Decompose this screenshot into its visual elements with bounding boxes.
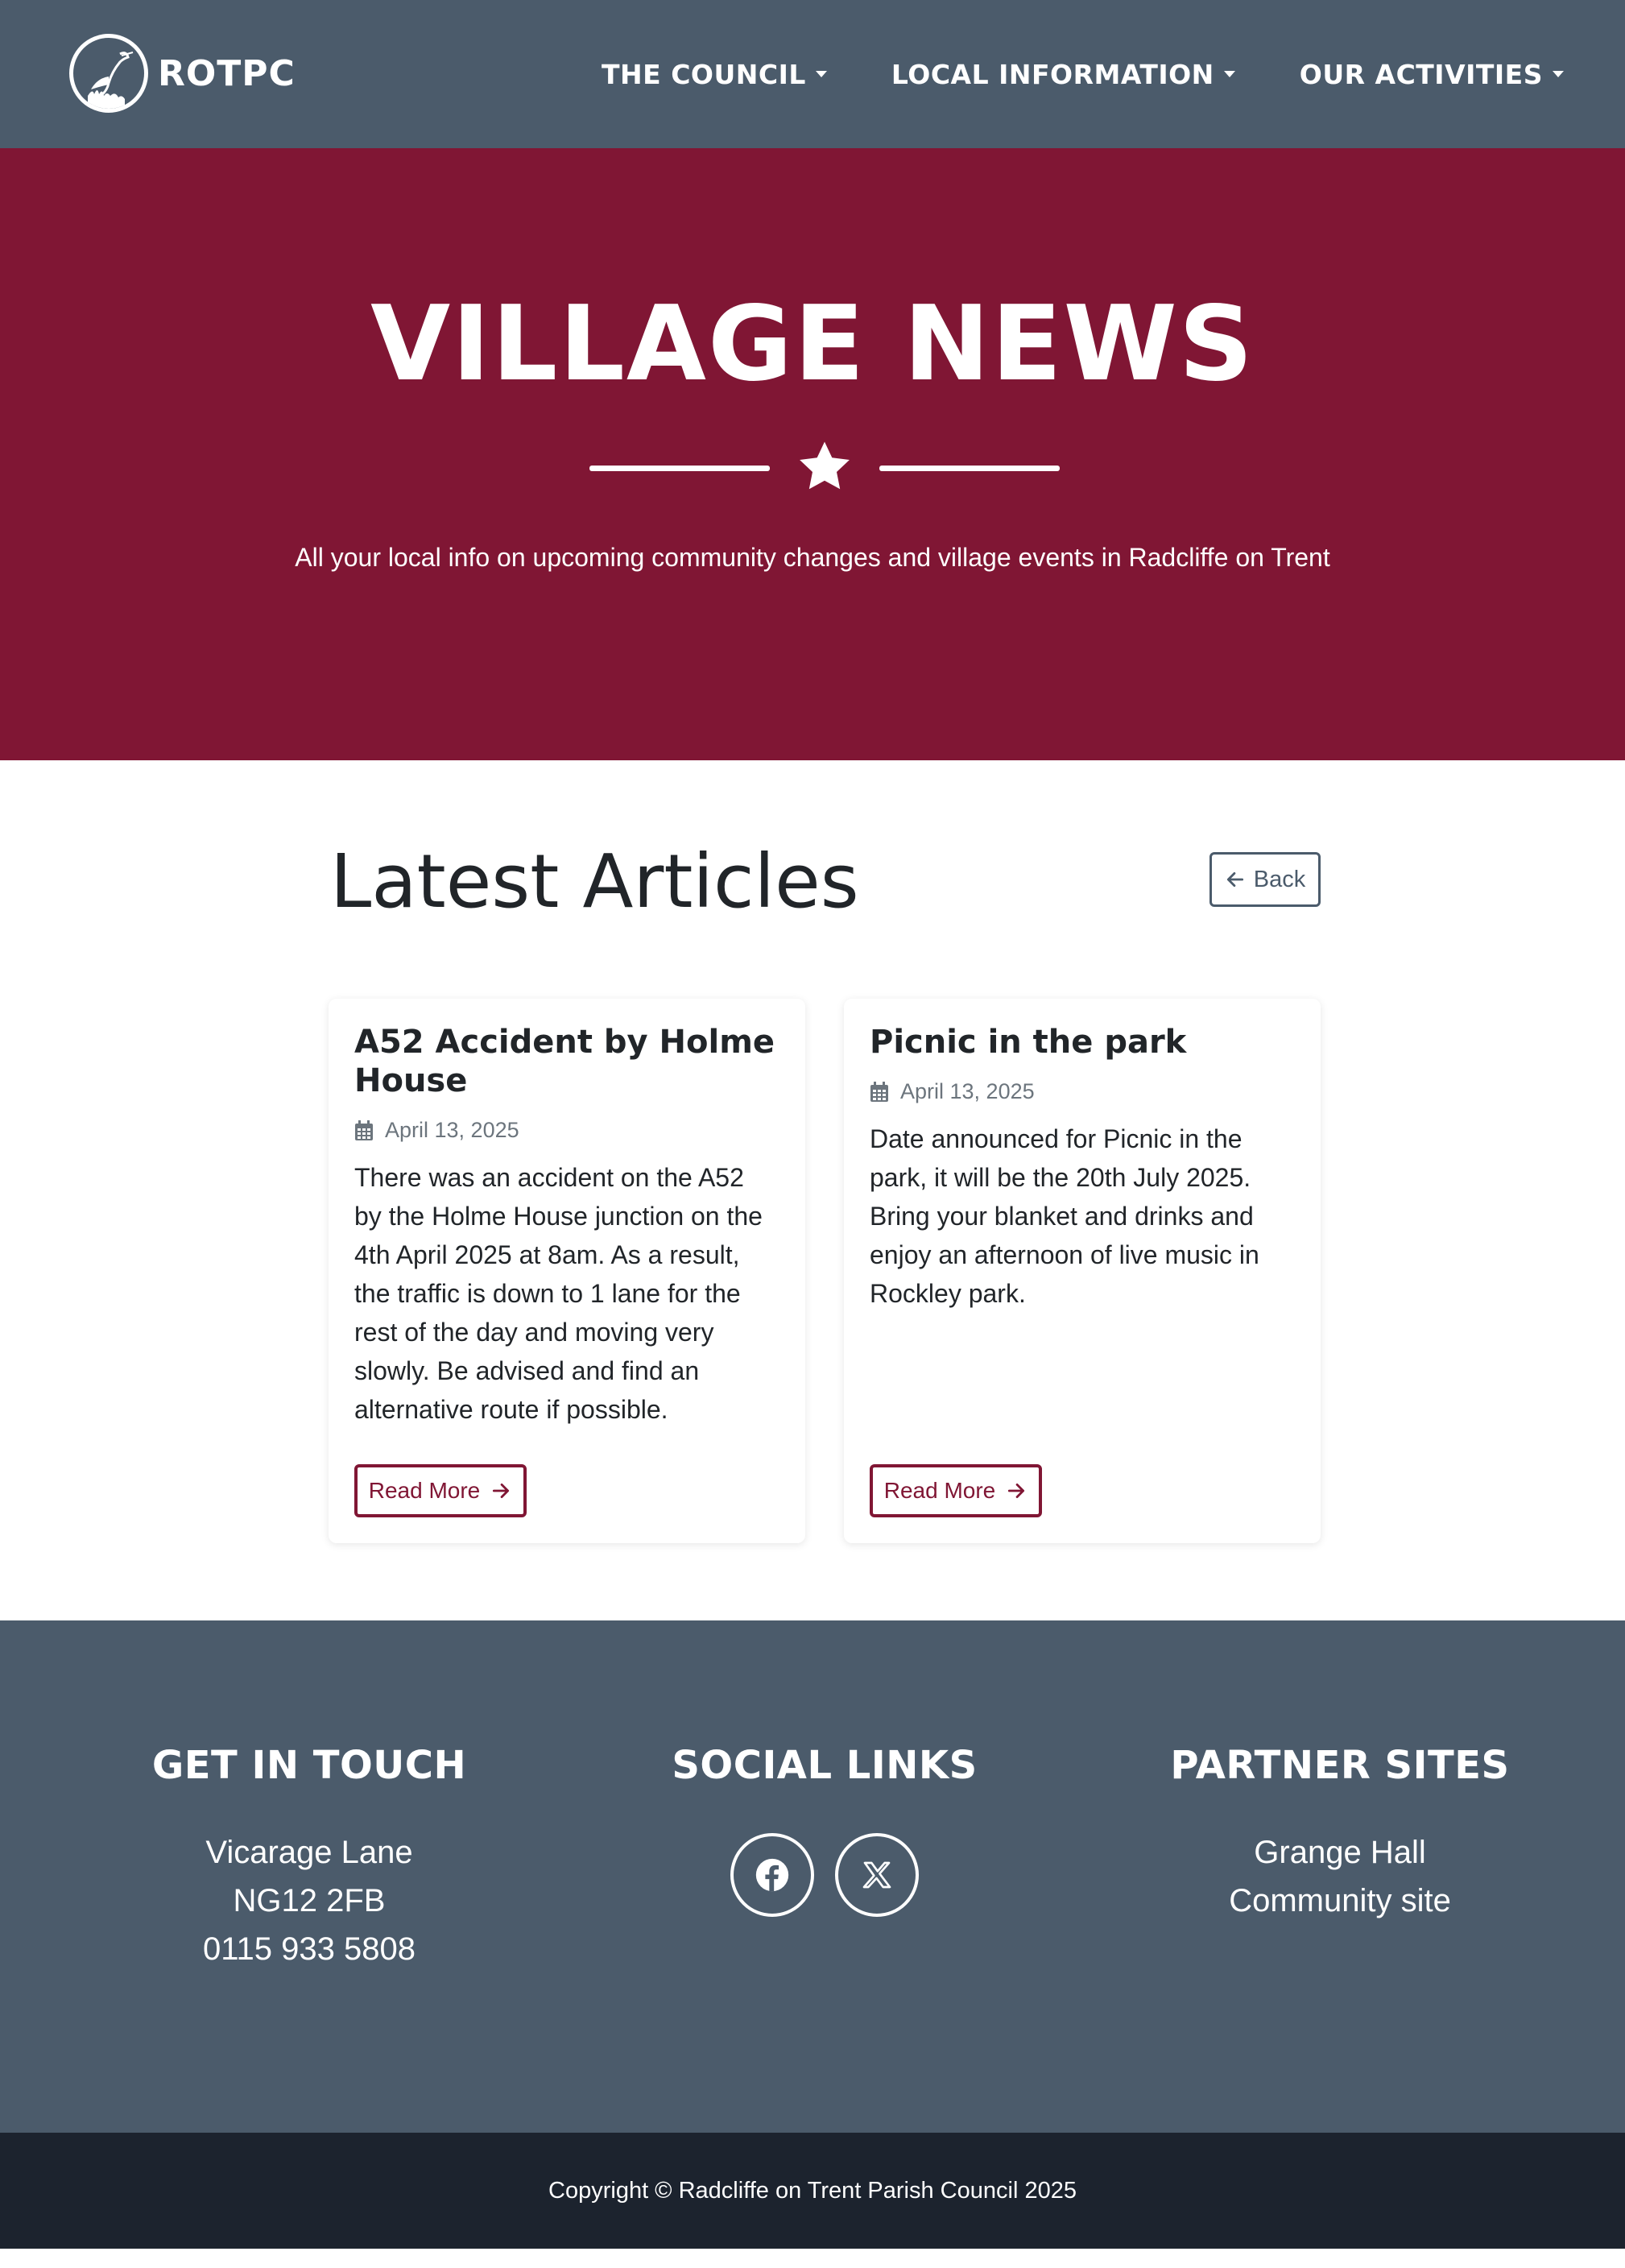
- nav-our-activities-label: OUR ACTIVITIES: [1299, 58, 1543, 90]
- partner-link-grange-hall[interactable]: Grange Hall: [1071, 1828, 1609, 1877]
- footer-partners-heading: PARTNER SITES: [1170, 1743, 1510, 1788]
- copyright-bar: Copyright © Radcliffe on Trent Parish Co…: [0, 2133, 1625, 2249]
- brand-link[interactable]: ROTPC: [69, 34, 296, 113]
- facebook-link[interactable]: [730, 1833, 814, 1917]
- star-icon: [800, 441, 850, 490]
- contact-details: Vicarage Lane NG12 2FB 0115 933 5808: [39, 1828, 580, 1973]
- hero-divider: [0, 438, 1625, 496]
- facebook-icon: [755, 1858, 789, 1892]
- contact-phone[interactable]: 0115 933 5808: [39, 1925, 580, 1973]
- footer-social-heading: SOCIAL LINKS: [672, 1743, 978, 1788]
- divider-line-left: [589, 466, 770, 471]
- footer-contact-heading: GET IN TOUCH: [151, 1743, 467, 1788]
- contact-postcode: NG12 2FB: [233, 1883, 386, 1918]
- heron-logo-icon: [69, 34, 148, 113]
- partner-link-community-site[interactable]: Community site: [1071, 1877, 1609, 1925]
- nav-local-information[interactable]: LOCAL INFORMATION: [891, 59, 1235, 90]
- read-more-button[interactable]: Read More: [870, 1464, 1042, 1517]
- back-button[interactable]: Back: [1209, 852, 1321, 907]
- read-more-button[interactable]: Read More: [354, 1464, 527, 1517]
- nav-our-activities[interactable]: OUR ACTIVITIES: [1300, 59, 1564, 90]
- nav-the-council-label: THE COUNCIL: [602, 58, 806, 90]
- site-footer: GET IN TOUCH Vicarage Lane NG12 2FB 0115…: [0, 1620, 1625, 2133]
- calendar-icon: [355, 1120, 373, 1140]
- articles-header: Latest Articles Back: [330, 838, 1321, 926]
- partner-links: Grange Hall Community site: [1071, 1828, 1609, 1925]
- arrow-right-icon: [493, 1484, 510, 1498]
- article-date-text: April 13, 2025: [900, 1079, 1035, 1103]
- article-date: April 13, 2025: [354, 1118, 519, 1143]
- article-card: A52 Accident by Holme House April 13, 20…: [329, 999, 805, 1543]
- caret-down-icon: [1553, 71, 1564, 77]
- caret-down-icon: [815, 71, 827, 77]
- nav-local-information-label: LOCAL INFORMATION: [891, 58, 1214, 90]
- article-excerpt: Date announced for Picnic in the park, i…: [870, 1124, 1259, 1308]
- x-icon: [862, 1861, 891, 1889]
- article-date-text: April 13, 2025: [385, 1118, 519, 1142]
- divider-line-right: [879, 466, 1060, 471]
- hero-title: VILLAGE NEWS: [370, 284, 1255, 404]
- calendar-icon: [870, 1081, 888, 1102]
- main-menu: THE COUNCIL LOCAL INFORMATION OUR ACTIVI…: [602, 0, 1564, 148]
- article-title: A52 Accident by Holme House: [354, 1024, 775, 1099]
- nav-the-council[interactable]: THE COUNCIL: [602, 59, 827, 90]
- x-link[interactable]: [835, 1833, 919, 1917]
- arrow-right-icon: [1008, 1484, 1025, 1498]
- read-more-label: Read More: [883, 1478, 996, 1503]
- brand-name: ROTPC: [158, 52, 296, 94]
- arrow-left-icon: [1226, 872, 1243, 887]
- section-title: Latest Articles: [330, 838, 859, 925]
- article-date: April 13, 2025: [870, 1079, 1035, 1104]
- article-card: Picnic in the park April 13, 2025 Date a…: [844, 999, 1321, 1543]
- back-button-label: Back: [1253, 866, 1306, 892]
- article-excerpt: There was an accident on the A52 by the …: [354, 1163, 763, 1424]
- contact-address: Vicarage Lane: [205, 1835, 413, 1870]
- hero-subtitle: All your local info on upcoming communit…: [295, 543, 1330, 572]
- article-title: Picnic in the park: [870, 1024, 1187, 1061]
- social-links: [556, 1833, 1094, 1917]
- copyright-text: Copyright © Radcliffe on Trent Parish Co…: [548, 2177, 1077, 2204]
- read-more-label: Read More: [368, 1478, 481, 1503]
- top-navbar: ROTPC THE COUNCIL LOCAL INFORMATION OUR …: [0, 0, 1625, 148]
- caret-down-icon: [1223, 71, 1235, 77]
- hero-banner: VILLAGE NEWS All your local info on upco…: [0, 148, 1625, 760]
